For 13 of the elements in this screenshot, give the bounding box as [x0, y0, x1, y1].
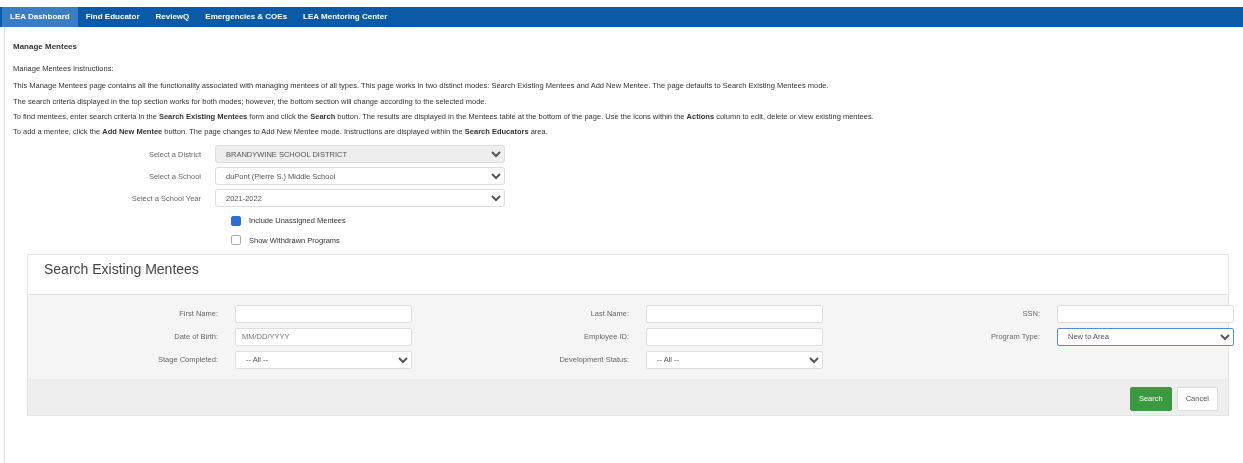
nav-tab[interactable]: LEA Mentoring Center	[295, 7, 396, 27]
input-field[interactable]	[646, 304, 823, 323]
panel-title: Search Existing Mentees	[44, 260, 199, 277]
input-field[interactable]	[235, 304, 412, 323]
nav-tab[interactable]: ReviewQ	[147, 7, 198, 27]
input-field[interactable]	[646, 327, 823, 346]
page-title: Manage Mentees	[13, 41, 79, 53]
nav-tab[interactable]: LEA Dashboard	[2, 7, 78, 27]
checkbox[interactable]	[231, 235, 241, 246]
nav-tab[interactable]: Find Educator	[77, 7, 148, 27]
checkbox[interactable]	[231, 215, 241, 226]
input-field[interactable]	[1057, 304, 1234, 323]
nav-tab[interactable]: Emergencies & COEs	[197, 7, 296, 27]
